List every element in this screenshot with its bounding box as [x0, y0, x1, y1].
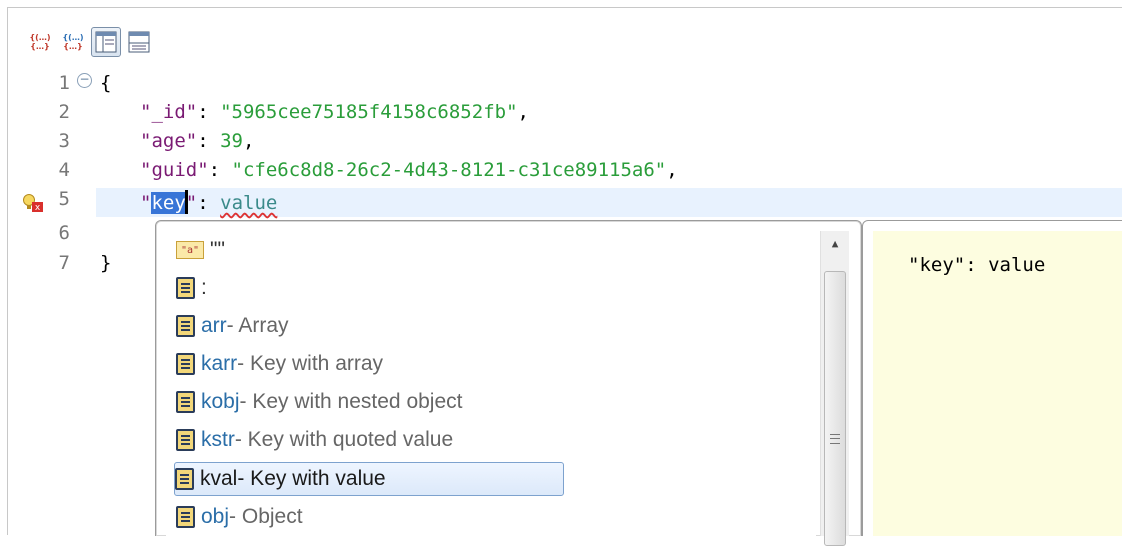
content-assist-popup: "a" "" : arr - Array karr - Key with arr…	[155, 220, 862, 546]
code-line[interactable]: "key": value	[140, 190, 277, 214]
json-value: "5965cee75185f4158c6852fb"	[220, 101, 518, 123]
scrollbar-thumb[interactable]	[824, 271, 846, 546]
template-value-placeholder[interactable]: value	[220, 192, 277, 214]
proposal-keyword: :	[201, 276, 207, 299]
line-number: 4	[58, 159, 70, 181]
fold-toggle-icon[interactable]: −	[77, 73, 92, 88]
proposal-description: - Key with value	[237, 467, 386, 490]
scroll-grip-icon	[830, 434, 840, 444]
proposal-item[interactable]: "a" ""	[176, 234, 225, 266]
proposal-item[interactable]: karr - Key with array	[176, 348, 383, 380]
json-key: "age"	[140, 130, 198, 152]
json-key-quote: "	[185, 192, 198, 214]
code-line[interactable]: "age": 39,	[140, 130, 254, 152]
template-icon: "a"	[176, 241, 204, 259]
document-icon	[175, 468, 194, 490]
proposal-item[interactable]: arr - Array	[176, 310, 289, 342]
json-comma: ,	[517, 101, 529, 123]
line-number: 2	[58, 101, 70, 123]
line-number: 6	[58, 222, 70, 244]
split-vertical-icon	[95, 31, 117, 53]
code-line[interactable]: "_id": "5965cee75185f4158c6852fb",	[140, 101, 529, 123]
document-icon	[176, 353, 195, 375]
json-value: 39	[220, 130, 243, 152]
line-number: 5	[58, 188, 70, 210]
proposal-scrollbar[interactable]: ▲	[820, 231, 849, 546]
preview-text: "key": value	[908, 254, 1046, 276]
proposal-keyword: obj	[201, 505, 230, 528]
json-comma: ,	[666, 159, 678, 181]
document-icon	[176, 391, 195, 413]
open-brace: {	[100, 72, 112, 94]
line-number: 1	[58, 72, 70, 94]
json-key: "guid"	[140, 159, 209, 181]
collapse-all-button[interactable]: {(…) {…}	[25, 27, 55, 57]
selected-template-key[interactable]: key	[151, 192, 186, 214]
document-icon	[176, 277, 195, 299]
json-comma: ,	[242, 130, 255, 152]
proposal-description: - Key with quoted value	[234, 428, 454, 451]
line-number: 7	[58, 252, 70, 274]
document-icon	[176, 315, 195, 337]
split-horizontal-icon	[128, 31, 150, 53]
proposal-item[interactable]: obj - Object	[176, 501, 303, 533]
line-number: 3	[58, 130, 70, 152]
proposal-item[interactable]: kobj - Key with nested object	[176, 386, 462, 418]
json-value: "cfe6c8d8-26c2-4d43-8121-c31ce89115a6"	[231, 159, 667, 181]
document-icon	[176, 506, 195, 528]
proposal-description: - Object	[229, 505, 303, 528]
expand-all-icon: {(…) {…}	[62, 33, 84, 51]
code-line[interactable]: "guid": "cfe6c8d8-26c2-4d43-8121-c31ce89…	[140, 159, 678, 181]
proposal-item[interactable]: kstr - Key with quoted value	[176, 424, 453, 456]
json-separator: :	[197, 101, 221, 123]
split-vertical-button[interactable]	[91, 27, 121, 57]
proposal-keyword: kobj	[201, 390, 240, 413]
proposal-item-selected[interactable]: kval - Key with value	[174, 462, 564, 496]
code-line[interactable]: {	[100, 72, 111, 94]
json-key: "_id"	[140, 101, 198, 123]
proposal-item[interactable]: :	[176, 272, 207, 304]
proposal-keyword: kstr	[201, 428, 235, 451]
editor-toolbar: {(…) {…} {(…) {…}	[25, 25, 154, 59]
split-horizontal-button[interactable]	[124, 27, 154, 57]
proposal-description: - Key with nested object	[239, 390, 463, 413]
expand-all-button[interactable]: {(…) {…}	[58, 27, 88, 57]
json-separator: :	[208, 159, 232, 181]
json-key-quote: "	[140, 192, 152, 214]
proposal-description: - Key with array	[237, 352, 384, 375]
proposal-description: - Array	[226, 314, 289, 337]
proposal-preview-popup: "key": value	[862, 220, 1122, 536]
code-line[interactable]: }	[100, 252, 111, 274]
proposal-keyword: kval	[200, 467, 238, 490]
proposal-keyword: ""	[210, 238, 225, 261]
close-brace: }	[100, 252, 112, 274]
proposal-keyword: arr	[201, 314, 227, 337]
collapse-all-icon: {(…) {…}	[29, 33, 51, 51]
proposal-keyword: karr	[201, 352, 238, 375]
json-separator: :	[197, 192, 221, 214]
preview-content: "key": value	[873, 231, 1122, 536]
proposal-list[interactable]: "a" "" : arr - Array karr - Key with arr…	[166, 231, 816, 536]
scroll-up-arrow-icon[interactable]: ▲	[821, 231, 849, 255]
document-icon	[176, 429, 195, 451]
json-separator: :	[197, 130, 221, 152]
